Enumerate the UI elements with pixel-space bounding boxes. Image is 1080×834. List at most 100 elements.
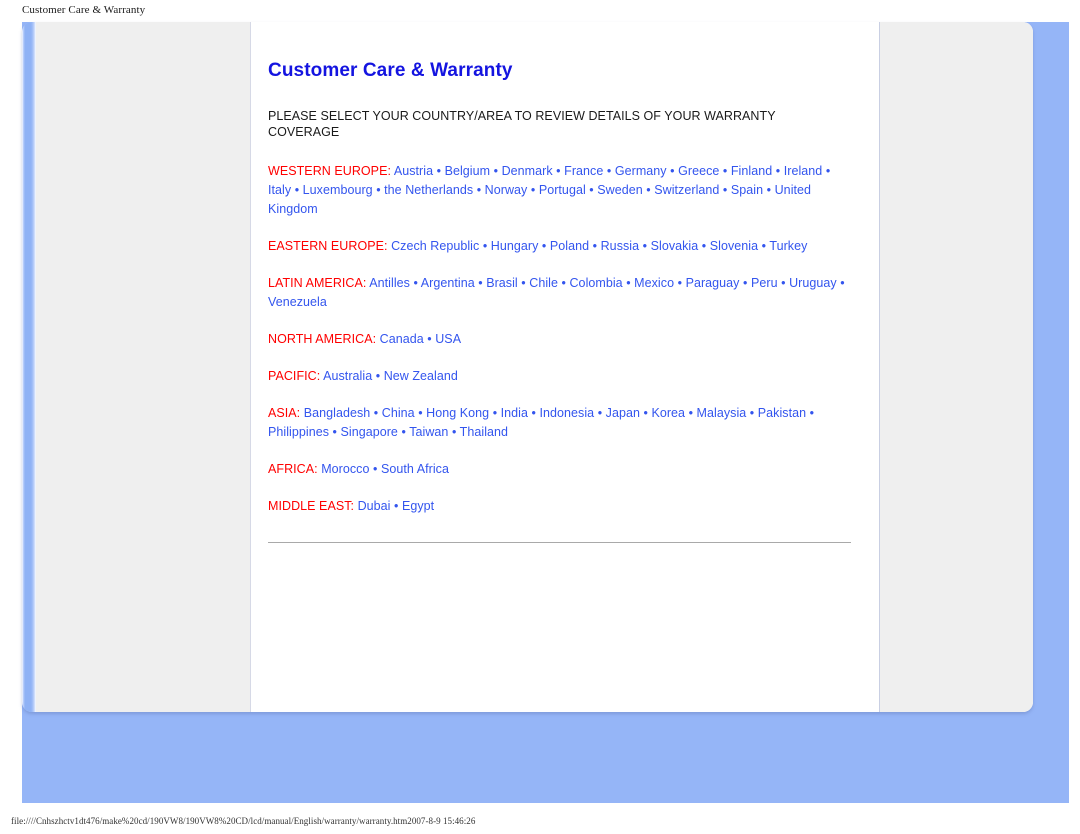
country-link[interactable]: Peru [751, 276, 778, 290]
region-block: AFRICA: Morocco • South Africa [268, 460, 846, 479]
region-list: WESTERN EUROPE: Austria • Belgium • Denm… [268, 162, 851, 516]
navigation-sidebar[interactable] [36, 22, 251, 712]
country-link[interactable]: Paraguay [686, 276, 740, 290]
bullet-separator: • [372, 183, 385, 197]
bullet-separator: • [528, 406, 540, 420]
region-block: LATIN AMERICA: Antilles • Argentina • Br… [268, 274, 846, 312]
bullet-separator: • [473, 183, 485, 197]
region-block: ASIA: Bangladesh • China • Hong Kong • I… [268, 404, 846, 442]
country-link[interactable]: Czech Republic [391, 239, 479, 253]
bullet-separator: • [603, 164, 615, 178]
country-link[interactable]: Chile [529, 276, 558, 290]
country-link[interactable]: Turkey [769, 239, 807, 253]
country-link[interactable]: Poland [550, 239, 589, 253]
country-link[interactable]: Norway [485, 183, 528, 197]
country-link[interactable]: New Zealand [384, 369, 458, 383]
bullet-separator: • [719, 164, 731, 178]
bullet-separator: • [822, 164, 831, 178]
bullet-separator: • [397, 425, 410, 439]
country-link[interactable]: Taiwan [409, 425, 448, 439]
left-accent-stripe [22, 22, 36, 712]
bullet-separator: • [409, 276, 421, 290]
bullet-separator: • [448, 425, 460, 439]
country-link[interactable]: Russia [601, 239, 640, 253]
bullet-separator: • [836, 276, 845, 290]
region-block: EASTERN EUROPE: Czech Republic • Hungary… [268, 237, 846, 256]
bullet-separator: • [642, 183, 655, 197]
country-link[interactable]: Mexico [634, 276, 674, 290]
bullet-separator: • [527, 183, 539, 197]
country-link[interactable]: Colombia [569, 276, 622, 290]
country-link[interactable]: Sweden [597, 183, 642, 197]
country-link[interactable]: Ireland [784, 164, 823, 178]
bullet-separator: • [639, 239, 651, 253]
bullet-separator: • [490, 164, 502, 178]
bullet-separator: • [329, 425, 341, 439]
country-link[interactable]: France [564, 164, 603, 178]
country-link[interactable]: Slovenia [710, 239, 758, 253]
country-link[interactable]: Belgium [445, 164, 491, 178]
country-link[interactable]: Thailand [460, 425, 508, 439]
bullet-separator: • [639, 406, 652, 420]
region-label: LATIN AMERICA: [268, 276, 367, 290]
country-link[interactable]: Singapore [341, 425, 398, 439]
bullet-separator: • [594, 406, 606, 420]
country-link[interactable]: Luxembourg [303, 183, 373, 197]
region-label: ASIA: [268, 406, 301, 420]
country-link[interactable]: Brasil [486, 276, 518, 290]
country-link[interactable]: Italy [268, 183, 291, 197]
bullet-separator: • [698, 239, 710, 253]
region-label: AFRICA: [268, 462, 318, 476]
country-link[interactable]: Canada [380, 332, 424, 346]
intro-instructions: PLEASE SELECT YOUR COUNTRY/AREA TO REVIE… [268, 109, 776, 139]
browser-document-title: Customer Care & Warranty [22, 4, 146, 16]
country-link[interactable]: Greece [678, 164, 719, 178]
bullet-separator: • [622, 276, 635, 290]
country-link[interactable]: Austria [394, 164, 433, 178]
country-link[interactable]: Switzerland [654, 183, 719, 197]
country-link[interactable]: Indonesia [540, 406, 595, 420]
region-label: PACIFIC: [268, 369, 321, 383]
country-link[interactable]: Slovakia [651, 239, 699, 253]
country-link[interactable]: Korea [651, 406, 685, 420]
country-link[interactable]: the Netherlands [384, 183, 473, 197]
country-link[interactable]: Antilles [369, 276, 410, 290]
country-link[interactable]: Japan [606, 406, 640, 420]
bullet-separator: • [806, 406, 815, 420]
country-link[interactable]: USA [435, 332, 461, 346]
country-link[interactable]: Morocco [321, 462, 369, 476]
bullet-separator: • [552, 164, 565, 178]
content-pane: Customer Care & Warranty PLEASE SELECT Y… [251, 22, 879, 712]
bullet-separator: • [423, 332, 436, 346]
country-link[interactable]: Egypt [402, 499, 434, 513]
bullet-separator: • [390, 499, 402, 513]
country-link[interactable]: Finland [731, 164, 772, 178]
region-block: PACIFIC: Australia • New Zealand [268, 367, 846, 386]
country-link[interactable]: Argentina [421, 276, 475, 290]
country-link[interactable]: China [382, 406, 415, 420]
country-link[interactable]: Hungary [491, 239, 539, 253]
bullet-separator: • [666, 164, 679, 178]
country-link[interactable]: South Africa [381, 462, 449, 476]
country-link[interactable]: Uruguay [789, 276, 837, 290]
country-link[interactable]: Philippines [268, 425, 329, 439]
right-rail [879, 22, 1033, 712]
country-link[interactable]: Dubai [358, 499, 391, 513]
content-divider [268, 542, 851, 543]
country-link[interactable]: Spain [731, 183, 763, 197]
country-link[interactable]: Hong Kong [426, 406, 489, 420]
bullet-separator: • [746, 406, 758, 420]
bullet-separator: • [291, 183, 303, 197]
country-link[interactable]: Portugal [539, 183, 586, 197]
country-link[interactable]: Bangladesh [304, 406, 371, 420]
country-link[interactable]: Pakistan [758, 406, 806, 420]
country-link[interactable]: Denmark [502, 164, 553, 178]
country-link[interactable]: Germany [615, 164, 667, 178]
country-link[interactable]: India [501, 406, 528, 420]
country-link[interactable]: Australia [323, 369, 372, 383]
bullet-separator: • [372, 369, 384, 383]
bullet-separator: • [370, 406, 382, 420]
country-link[interactable]: Venezuela [268, 295, 327, 309]
country-link[interactable]: Malaysia [697, 406, 747, 420]
region-label: EASTERN EUROPE: [268, 239, 388, 253]
